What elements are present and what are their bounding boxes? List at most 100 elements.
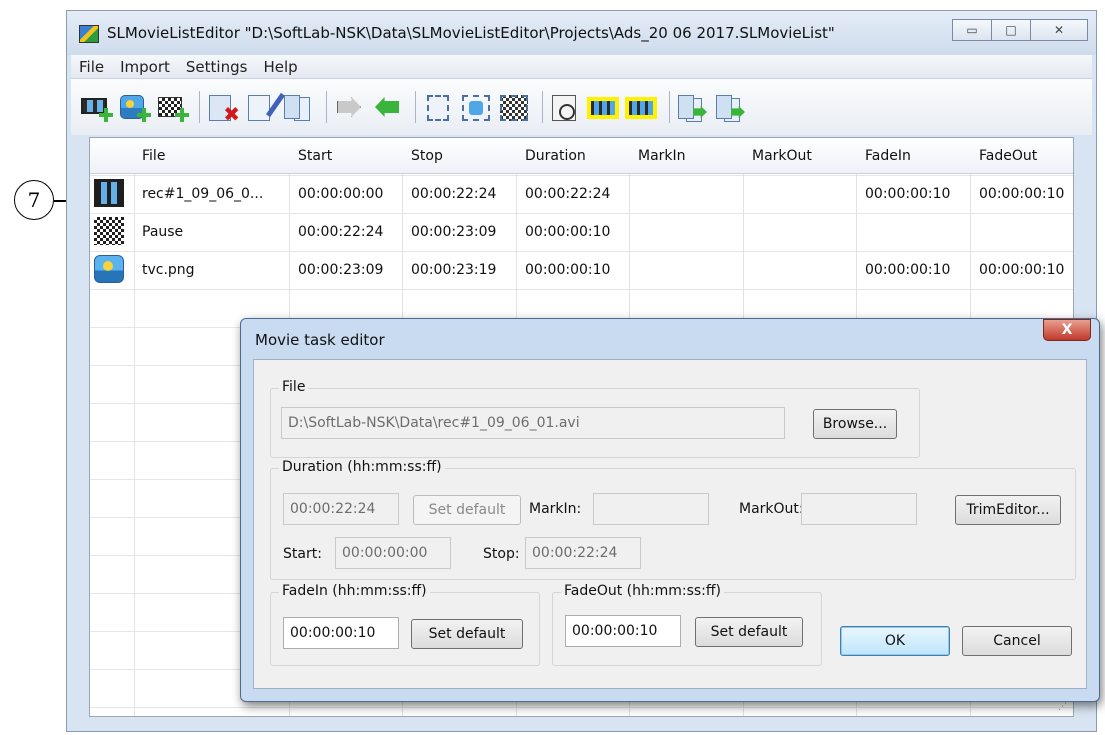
copy-button[interactable]: [282, 92, 316, 122]
edit-button[interactable]: [244, 92, 286, 122]
duration-icon: [552, 95, 576, 121]
markout-label: MarkOut:: [739, 501, 804, 517]
film-highlight-icon: [587, 97, 619, 119]
trim-editor-button[interactable]: TrimEditor...: [955, 495, 1061, 525]
fadein-set-default-button[interactable]: Set default: [411, 619, 523, 649]
cell-start: 00:00:00:00: [298, 186, 384, 202]
cancel-button[interactable]: Cancel: [962, 626, 1072, 656]
sequence-button[interactable]: [676, 92, 710, 122]
column-header-markin[interactable]: MarkIn: [638, 148, 686, 164]
column-header-fadein[interactable]: FadeIn: [865, 148, 911, 164]
add-movie-button[interactable]: [79, 92, 113, 122]
cell-start: 00:00:22:24: [298, 224, 384, 240]
minimize-icon: ▭: [966, 23, 978, 37]
cell-fadeout: 00:00:00:10: [979, 262, 1065, 278]
select-pause-icon: [500, 95, 528, 121]
column-header-start[interactable]: Start: [298, 148, 332, 164]
start-field[interactable]: 00:00:00:00: [335, 537, 451, 569]
table-row[interactable]: Pause 00:00:22:24 00:00:23:09 00:00:00:1…: [90, 213, 1073, 251]
maximize-icon: □: [1005, 23, 1017, 37]
menu-file[interactable]: File: [71, 58, 112, 76]
film-highlight-2-button[interactable]: [625, 92, 659, 122]
column-header-stop[interactable]: Stop: [411, 148, 443, 164]
maximize-button[interactable]: □: [991, 19, 1031, 41]
table-row[interactable]: tvc.png 00:00:23:09 00:00:23:19 00:00:00…: [90, 251, 1073, 289]
select-picture-icon: [462, 95, 490, 121]
film-highlight-button[interactable]: [587, 92, 621, 122]
cell-stop: 00:00:23:19: [411, 262, 497, 278]
add-pause-button[interactable]: [155, 92, 189, 122]
cell-fadein: 00:00:00:10: [865, 186, 951, 202]
select-picture-button[interactable]: [460, 92, 494, 122]
sequence-2-button[interactable]: [714, 92, 748, 122]
callout-marker: 7: [14, 180, 54, 220]
file-legend: File: [279, 379, 309, 395]
column-header-duration[interactable]: Duration: [525, 148, 586, 164]
fadein-legend: FadeIn (hh:mm:ss:ff): [279, 583, 430, 599]
toolbar-separator: [542, 91, 543, 123]
fadeout-field[interactable]: 00:00:00:10: [565, 615, 681, 647]
stop-label: Stop:: [483, 546, 520, 562]
duration-field[interactable]: 00:00:22:24: [283, 493, 399, 525]
stop-field[interactable]: 00:00:22:24: [525, 537, 641, 569]
pause-icon: [94, 217, 124, 245]
markin-field[interactable]: [593, 493, 709, 525]
sequence-2-icon: [716, 95, 732, 119]
menu-import[interactable]: Import: [112, 58, 178, 76]
cell-duration: 00:00:22:24: [525, 186, 611, 202]
callout-number: 7: [27, 188, 41, 212]
grid-header: File Start Stop Duration MarkIn MarkOut …: [90, 138, 1073, 174]
cell-stop: 00:00:22:24: [411, 186, 497, 202]
dialog-title: Movie task editor: [255, 331, 385, 349]
column-header-fadeout[interactable]: FadeOut: [979, 148, 1037, 164]
toolbar: ✖: [71, 79, 1092, 135]
plus-icon: [137, 108, 151, 122]
browse-button[interactable]: Browse...: [813, 409, 897, 439]
plus-icon: [175, 108, 189, 122]
menu-settings[interactable]: Settings: [178, 58, 256, 76]
dialog-close-button[interactable]: X: [1043, 319, 1091, 341]
duration-set-default-button[interactable]: Set default: [413, 495, 521, 525]
toolbar-separator: [326, 91, 327, 123]
select-movie-button[interactable]: [422, 92, 456, 122]
minimize-button[interactable]: ▭: [952, 19, 992, 41]
move-left-icon: [375, 97, 399, 117]
markin-label: MarkIn:: [529, 501, 582, 517]
fadein-field[interactable]: 00:00:00:10: [283, 617, 399, 649]
cell-duration: 00:00:00:10: [525, 224, 611, 240]
fadeout-legend: FadeOut (hh:mm:ss:ff): [561, 583, 725, 599]
duration-legend: Duration (hh:mm:ss:ff): [279, 459, 445, 475]
file-path-field[interactable]: D:\SoftLab-NSK\Data\rec#1_09_06_01.avi: [281, 407, 785, 439]
sequence-icon: [678, 95, 694, 119]
ok-button[interactable]: OK: [840, 626, 950, 656]
title-bar[interactable]: SLMovieListEditor "D:\SoftLab-NSK\Data\S…: [67, 11, 1096, 55]
cell-fadein: 00:00:00:10: [865, 262, 951, 278]
close-icon: ✕: [1053, 23, 1065, 37]
select-pause-button[interactable]: [498, 92, 532, 122]
table-row[interactable]: rec#1_09_06_0... 00:00:00:00 00:00:22:24…: [90, 175, 1073, 213]
column-header-markout[interactable]: MarkOut: [752, 148, 812, 164]
move-right-button[interactable]: [333, 92, 367, 122]
duration-button[interactable]: [549, 92, 583, 122]
resize-grip-icon[interactable]: ⋰: [1058, 702, 1067, 712]
close-button[interactable]: ✕: [1030, 19, 1088, 41]
menu-help[interactable]: Help: [255, 58, 305, 76]
movie-task-editor-dialog: Movie task editor X File D:\SoftLab-NSK\…: [240, 318, 1100, 702]
cell-file: tvc.png: [142, 262, 195, 278]
cell-fadeout: 00:00:00:10: [979, 186, 1065, 202]
picture-icon: [94, 255, 124, 283]
markout-field[interactable]: [801, 493, 917, 525]
fadeout-set-default-button[interactable]: Set default: [695, 617, 803, 647]
cell-stop: 00:00:23:09: [411, 224, 497, 240]
move-left-button[interactable]: [371, 92, 405, 122]
add-picture-button[interactable]: [117, 92, 151, 122]
edit-icon: [248, 95, 270, 121]
plus-icon: [99, 108, 113, 122]
window-title: SLMovieListEditor "D:\SoftLab-NSK\Data\S…: [107, 24, 835, 42]
cell-file: rec#1_09_06_0...: [142, 186, 264, 202]
column-header-file[interactable]: File: [142, 148, 165, 164]
close-icon: X: [1061, 322, 1073, 338]
toolbar-separator: [669, 91, 670, 123]
cell-duration: 00:00:00:10: [525, 262, 611, 278]
delete-button[interactable]: ✖: [206, 92, 240, 124]
